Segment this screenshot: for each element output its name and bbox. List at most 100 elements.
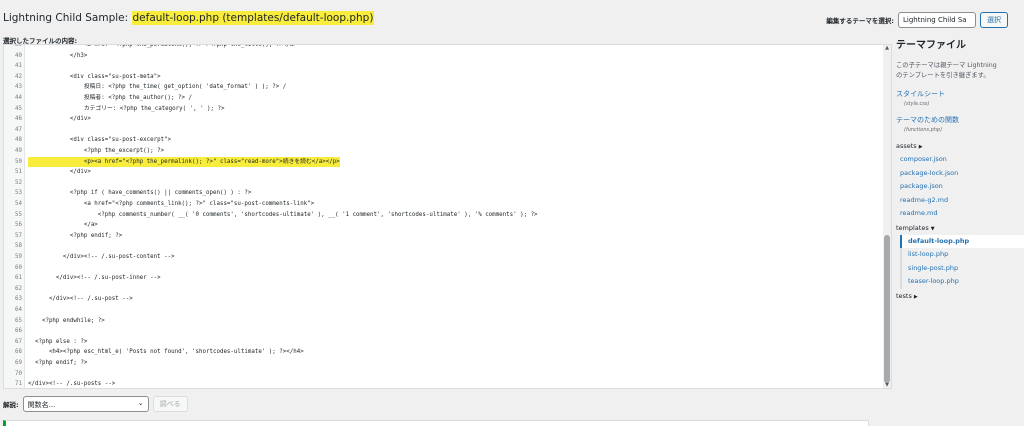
- folder-tests[interactable]: tests ▶: [896, 291, 1024, 303]
- line-code: </div><!-- /.su-post -->: [28, 296, 133, 303]
- code-line[interactable]: 67 <?php else : ?>: [4, 337, 883, 348]
- stylesheet-link[interactable]: スタイルシート: [896, 89, 1024, 100]
- code-line[interactable]: 44 投稿者: <?php the_author(); ?> /: [4, 93, 883, 104]
- scroll-up-icon[interactable]: ▲: [883, 45, 891, 51]
- line-number: 60: [15, 264, 22, 271]
- sidebar-heading: テーマファイル: [896, 40, 966, 51]
- page-title-prefix: Lightning Child Sample:: [3, 12, 132, 24]
- line-number: 46: [15, 116, 22, 123]
- scroll-thumb[interactable]: [884, 235, 890, 383]
- code-line[interactable]: 39 <a href="<?php the_permalink(); ?>"><…: [4, 44, 883, 51]
- code-line[interactable]: 58: [4, 241, 883, 252]
- code-line[interactable]: 59 </div><!-- /.su-post-content -->: [4, 252, 883, 263]
- code-line[interactable]: 56 </a>: [4, 220, 883, 231]
- sidebar-file-link[interactable]: composer.json: [896, 153, 1024, 167]
- line-number: 71: [15, 381, 22, 388]
- folder-assets-label: assets: [896, 142, 917, 150]
- code-line[interactable]: 47: [4, 125, 883, 136]
- code-line[interactable]: 54 <a href="<?php comments_link(); ?>" c…: [4, 199, 883, 210]
- line-number: 47: [15, 126, 22, 133]
- sidebar-file-link[interactable]: readme-g2.md: [896, 194, 1024, 208]
- code-line[interactable]: 41: [4, 61, 883, 72]
- folder-assets[interactable]: assets ▶: [896, 141, 1024, 153]
- line-number: 40: [15, 52, 22, 59]
- line-code: </div><!-- /.su-post-inner -->: [28, 275, 161, 282]
- sidebar-item-functions[interactable]: テーマのための関数 (functions.php): [896, 115, 1024, 135]
- line-number: 54: [15, 201, 22, 207]
- code-line[interactable]: 53 <?php if ( have_comments() || comment…: [4, 188, 883, 199]
- sidebar-file-link[interactable]: package.json: [896, 180, 1024, 194]
- line-code: 投稿者: <?php the_author(); ?> /: [28, 95, 192, 101]
- line-code: </div>: [28, 116, 91, 123]
- code-line[interactable]: 65 <?php endwhile; ?>: [4, 316, 883, 327]
- line-number: 45: [15, 105, 22, 112]
- line-code: <?php if ( have_comments() || comments_o…: [28, 190, 252, 197]
- caret-right-icon: ▶: [913, 293, 918, 300]
- line-code: </h3>: [28, 52, 88, 59]
- line-number: 51: [15, 169, 22, 176]
- folder-tests-label: tests: [896, 291, 912, 300]
- sidebar-file-link[interactable]: teaser-loop.php: [902, 275, 1024, 289]
- line-number: 66: [15, 328, 22, 335]
- line-code: <a href="<?php the_permalink(); ?>"><?ph…: [28, 44, 297, 48]
- line-number: 69: [15, 360, 22, 366]
- caret-right-icon: ▶: [918, 144, 923, 150]
- line-number: 70: [15, 370, 22, 377]
- code-editor[interactable]: 39 <a href="<?php the_permalink(); ?>"><…: [3, 44, 892, 389]
- code-line[interactable]: 64: [4, 305, 883, 316]
- lookup-button[interactable]: 調べる: [152, 396, 188, 412]
- code-line[interactable]: 68 <h4><?php esc_html_e( 'Posts not foun…: [4, 347, 883, 358]
- sidebar-file-link[interactable]: list-loop.php: [902, 248, 1024, 262]
- code-line[interactable]: 46 </div>: [4, 114, 883, 125]
- code-line[interactable]: 63 </div><!-- /.su-post -->: [4, 294, 883, 305]
- sidebar-item-stylesheet[interactable]: スタイルシート (style.css): [896, 89, 1024, 109]
- line-code: <?php endif; ?>: [28, 232, 123, 239]
- code-line[interactable]: 40 </h3>: [4, 51, 883, 62]
- code-line[interactable]: 61 </div><!-- /.su-post-inner -->: [4, 273, 883, 284]
- code-line[interactable]: 62: [4, 284, 883, 295]
- root-file-list: composer.json package-lock.json package.js…: [896, 153, 1024, 221]
- line-code: </div><!-- /.su-post-content -->: [28, 254, 175, 260]
- sidebar-file-link[interactable]: readme.md: [896, 207, 1024, 221]
- vertical-scrollbar[interactable]: ▲ ▼: [883, 45, 891, 388]
- code-line[interactable]: 52: [4, 178, 883, 189]
- line-number: 48: [15, 137, 22, 144]
- code-line[interactable]: 50 <p><a href="<?php the_permalink(); ?>…: [4, 156, 883, 168]
- line-code: <?php endwhile; ?>: [28, 317, 105, 324]
- line-code: </div><!-- /.su-posts -->: [28, 381, 116, 388]
- code-line[interactable]: 69 <?php endif; ?>: [4, 358, 883, 369]
- line-number: 56: [15, 222, 22, 229]
- theme-select-label: 編集するテーマを選択:: [826, 17, 894, 25]
- code-line[interactable]: 70: [4, 369, 883, 380]
- line-number: 50: [15, 158, 22, 165]
- sidebar-file-link[interactable]: single-post.php: [902, 262, 1024, 276]
- line-number: 68: [15, 349, 22, 356]
- theme-files-sidebar: テーマファイル この子テーマは親テーマ Lightning のテンプレートを引き…: [896, 36, 1024, 303]
- theme-select-area: 編集するテーマを選択: Lightning Child Sa 選択: [826, 12, 1008, 28]
- code-line[interactable]: 55 <?php comments_number( __( '0 comment…: [4, 210, 883, 221]
- functions-link[interactable]: テーマのための関数: [896, 115, 1024, 126]
- line-number: 53: [15, 190, 22, 197]
- folder-templates[interactable]: templates ▼: [896, 223, 1024, 235]
- sidebar-file-current[interactable]: default-loop.php: [900, 234, 1024, 248]
- code-line[interactable]: 60: [4, 263, 883, 274]
- function-select[interactable]: 関数名... ⌄: [22, 396, 149, 412]
- code-line[interactable]: 43 投稿日: <?php the_time( get_option( 'dat…: [4, 82, 883, 93]
- line-number: 52: [15, 179, 22, 186]
- code-line[interactable]: 57 <?php endif; ?>: [4, 231, 883, 242]
- sidebar-file-link[interactable]: package-lock.json: [896, 167, 1024, 181]
- theme-select[interactable]: Lightning Child Sa: [898, 12, 976, 28]
- select-theme-button[interactable]: 選択: [980, 12, 1008, 28]
- code-line[interactable]: 49 <?php the_excerpt(); ?>: [4, 146, 883, 157]
- code-line[interactable]: 71 </div><!-- /.su-posts -->: [4, 379, 883, 388]
- code-line[interactable]: 51 </div>: [4, 167, 883, 178]
- code-line[interactable]: 66: [4, 326, 883, 337]
- line-number: 61: [15, 275, 22, 282]
- code-line[interactable]: 42 <div class="su-post-meta">: [4, 72, 883, 83]
- line-number: 65: [15, 317, 22, 324]
- line-number: 41: [15, 63, 22, 70]
- code-line[interactable]: 45 カテゴリー: <?php the_category( ', ' ); ?>: [4, 104, 883, 115]
- scroll-down-icon[interactable]: ▼: [883, 382, 891, 388]
- theme-file-editor: Lightning Child Sample: default-loop.php…: [0, 0, 1024, 426]
- code-line[interactable]: 48 <div class="su-post-excerpt">: [4, 135, 883, 146]
